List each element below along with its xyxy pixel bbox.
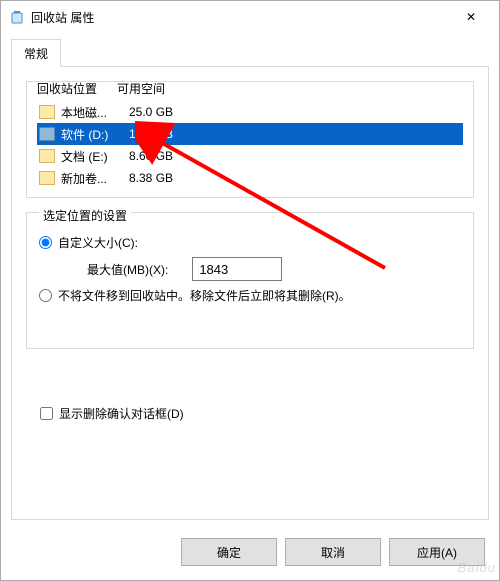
folder-icon [39, 171, 55, 185]
close-button[interactable]: ✕ [451, 3, 491, 31]
max-size-label: 最大值(MB)(X): [87, 261, 168, 278]
max-size-input[interactable] [192, 257, 282, 281]
ok-button[interactable]: 确定 [181, 538, 277, 566]
recycle-bin-icon [9, 9, 25, 25]
col-space: 可用空间 [117, 80, 165, 97]
drive-row[interactable]: 新加卷... 8.38 GB [37, 167, 463, 189]
radio-dont-move-input[interactable] [39, 289, 52, 302]
radio-custom-input[interactable] [39, 236, 52, 249]
watermark: Baidu [458, 560, 496, 575]
radio-custom-label: 自定义大小(C): [58, 234, 138, 251]
drive-list[interactable]: 本地磁... 25.0 GB 软件 (D:) 18.0 GB 文档 (E:) 8.60 G… [37, 101, 463, 189]
drive-row[interactable]: 文档 (E:) 8.60 GB [37, 145, 463, 167]
radio-dont-move-label: 不将文件移到回收站中。移除文件后立即将其删除(R)。 [58, 287, 351, 304]
settings-group: 选定位置的设置 自定义大小(C): 最大值(MB)(X): 不将文件移到回收站中… [26, 212, 474, 349]
radio-custom-size[interactable]: 自定义大小(C): [39, 234, 461, 251]
confirm-delete-input[interactable] [40, 407, 53, 420]
drive-space: 8.60 GB [129, 149, 173, 163]
table-header: 回收站位置 可用空间 [37, 80, 463, 97]
drive-space: 8.38 GB [129, 171, 173, 185]
settings-legend: 选定位置的设置 [39, 207, 131, 224]
properties-dialog: 回收站 属性 ✕ 常规 回收站位置 可用空间 本地磁... 25.0 GB 软件 (… [0, 0, 500, 581]
drive-name: 文档 (E:) [61, 148, 121, 165]
drive-row[interactable]: 软件 (D:) 18.0 GB [37, 123, 463, 145]
tab-general[interactable]: 常规 [11, 39, 61, 67]
tab-strip: 常规 [1, 33, 499, 67]
tab-content: 回收站位置 可用空间 本地磁... 25.0 GB 软件 (D:) 18.0 GB 文档… [11, 66, 489, 520]
max-size-row: 最大值(MB)(X): [87, 257, 461, 281]
drive-space: 25.0 GB [129, 105, 173, 119]
folder-icon [39, 149, 55, 163]
drive-name: 新加卷... [61, 170, 121, 187]
confirm-delete-label: 显示删除确认对话框(D) [59, 405, 184, 422]
drive-name: 软件 (D:) [61, 126, 121, 143]
titlebar: 回收站 属性 ✕ [1, 1, 499, 33]
drive-row[interactable]: 本地磁... 25.0 GB [37, 101, 463, 123]
dialog-buttons: 确定 取消 应用(A) [1, 530, 499, 580]
confirm-delete-checkbox[interactable]: 显示删除确认对话框(D) [40, 405, 474, 422]
cancel-button[interactable]: 取消 [285, 538, 381, 566]
folder-icon [39, 127, 55, 141]
col-location: 回收站位置 [37, 80, 117, 97]
drive-space: 18.0 GB [129, 127, 173, 141]
folder-icon [39, 105, 55, 119]
location-group: 回收站位置 可用空间 本地磁... 25.0 GB 软件 (D:) 18.0 GB 文档… [26, 81, 474, 198]
radio-dont-move[interactable]: 不将文件移到回收站中。移除文件后立即将其删除(R)。 [39, 287, 461, 304]
close-icon: ✕ [466, 10, 476, 24]
window-title: 回收站 属性 [31, 9, 451, 26]
drive-name: 本地磁... [61, 104, 121, 121]
